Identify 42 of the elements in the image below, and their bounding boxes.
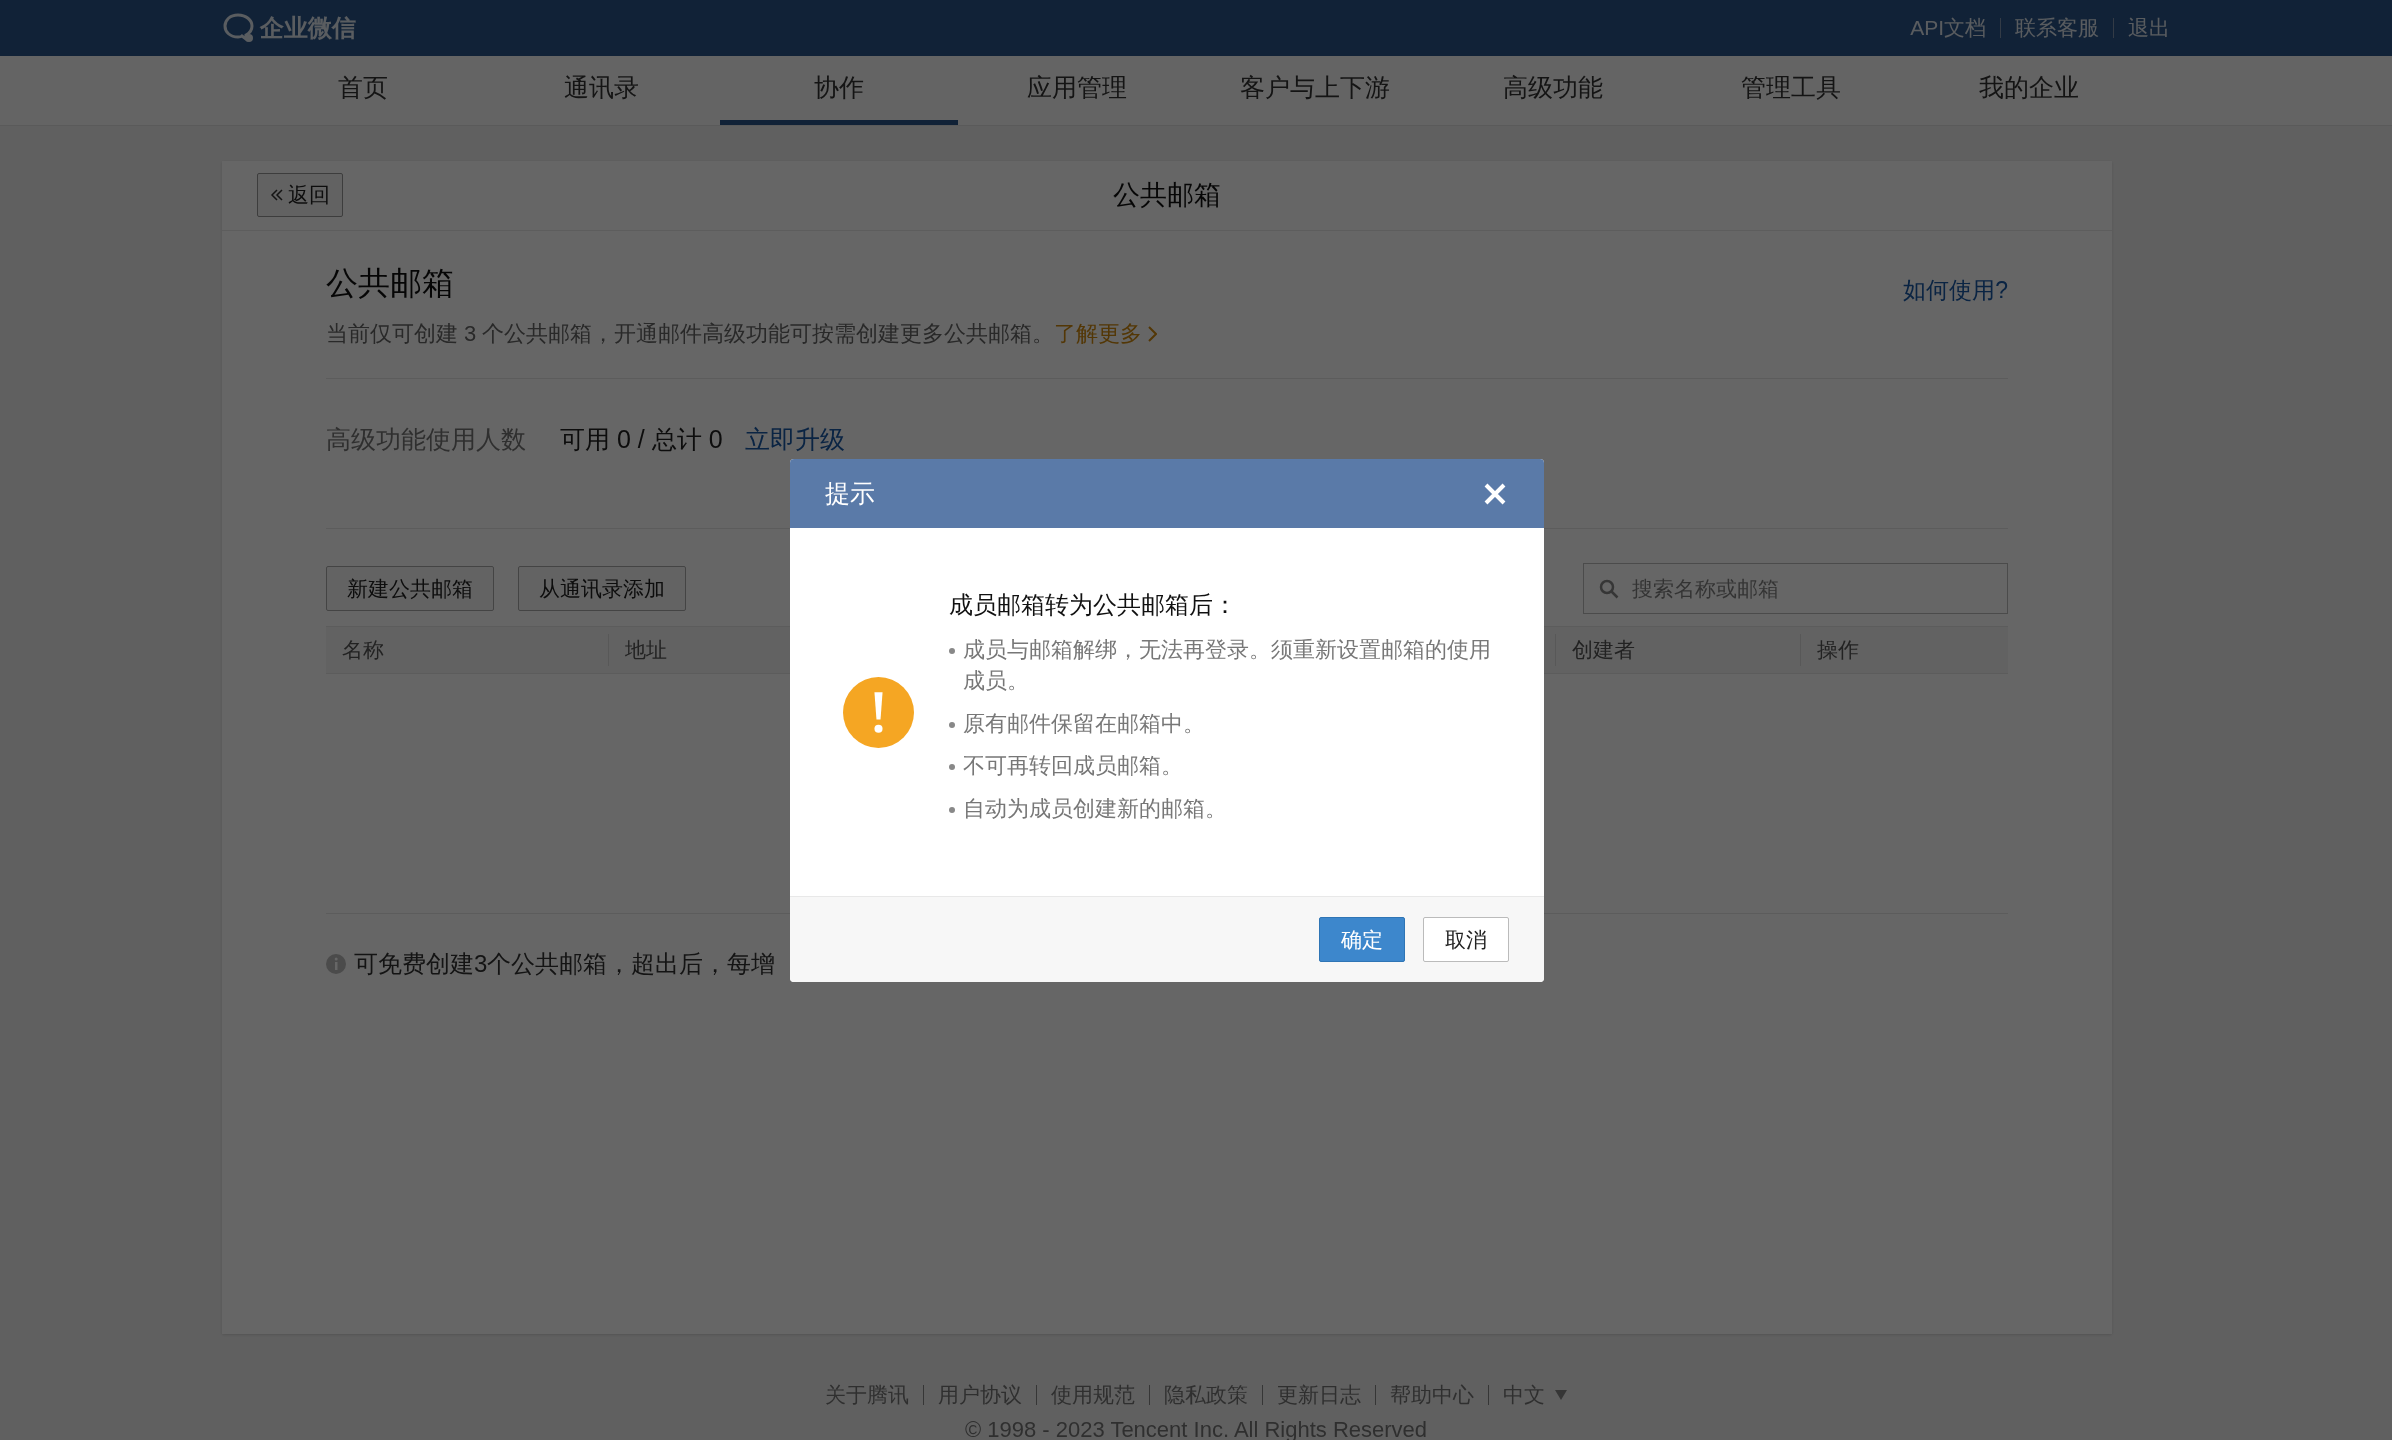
action-button[interactable]: 新建公共邮箱 bbox=[326, 566, 494, 611]
logo-text: 企业微信 bbox=[260, 13, 356, 43]
double-chevron-icon bbox=[270, 188, 284, 202]
card-title: 公共邮箱 bbox=[1113, 179, 1221, 213]
nav-tab[interactable]: 通讯录 bbox=[482, 56, 720, 125]
column-header: 操作 bbox=[1817, 638, 1859, 662]
chevron-right-icon bbox=[1148, 325, 1158, 342]
column-header: 名称 bbox=[342, 638, 384, 662]
info-icon bbox=[326, 954, 346, 974]
note-text: 可免费创建3个公共邮箱，超出后，每增 bbox=[354, 949, 776, 979]
nav-tab[interactable]: 应用管理 bbox=[958, 56, 1196, 125]
bullet-text: 不可再转回成员邮箱。 bbox=[963, 752, 1183, 781]
column-header: 地址 bbox=[625, 638, 667, 662]
nav-tab[interactable]: 我的企业 bbox=[1910, 56, 2148, 125]
search-icon bbox=[1599, 579, 1619, 599]
bullet-text: 原有邮件保留在邮箱中。 bbox=[963, 709, 1205, 738]
header-link[interactable]: 退出 bbox=[2128, 12, 2170, 44]
column-header: 创建者 bbox=[1572, 638, 1635, 662]
nav-tab[interactable]: 管理工具 bbox=[1672, 56, 1910, 125]
dialog-heading: 成员邮箱转为公共邮箱后： bbox=[949, 590, 1238, 620]
section-heading: 公共邮箱 bbox=[326, 264, 454, 303]
nav-tab[interactable]: 协作 bbox=[720, 56, 958, 125]
chat-logo-icon bbox=[222, 12, 256, 44]
bullet-text: 自动为成员创建新的邮箱。 bbox=[963, 795, 1227, 824]
upgrade-link[interactable]: 立即升级 bbox=[744, 420, 845, 459]
dialog-title: 提示 bbox=[825, 477, 875, 509]
usage-value: 可用 0 / 总计 0 bbox=[560, 423, 723, 455]
action-button[interactable]: 从通讯录添加 bbox=[518, 566, 686, 611]
nav-tab[interactable]: 客户与上下游 bbox=[1196, 56, 1434, 125]
confirm-button[interactable]: 确定 bbox=[1319, 917, 1405, 962]
learn-more-link[interactable]: 了解更多 bbox=[1054, 317, 1143, 350]
nav-tab[interactable]: 首页 bbox=[244, 56, 482, 125]
nav-tab[interactable]: 高级功能 bbox=[1434, 56, 1672, 125]
back-button[interactable]: 返回 bbox=[257, 173, 343, 217]
dropdown-caret-icon bbox=[1555, 1389, 1567, 1400]
warning-icon bbox=[843, 676, 914, 748]
header-link[interactable]: API文档 bbox=[1910, 12, 1986, 44]
description-text: 当前仅可创建 3 个公共邮箱，开通邮件高级功能可按需创建更多公共邮箱。 bbox=[326, 320, 1055, 348]
bullet-text: 成员与邮箱解绑，无法再登录。须重新设置邮箱的使用成员。 bbox=[963, 636, 1492, 695]
cancel-button[interactable]: 取消 bbox=[1423, 917, 1509, 962]
help-link[interactable]: 如何使用? bbox=[1903, 272, 2008, 307]
header-link[interactable]: 联系客服 bbox=[2015, 12, 2099, 44]
